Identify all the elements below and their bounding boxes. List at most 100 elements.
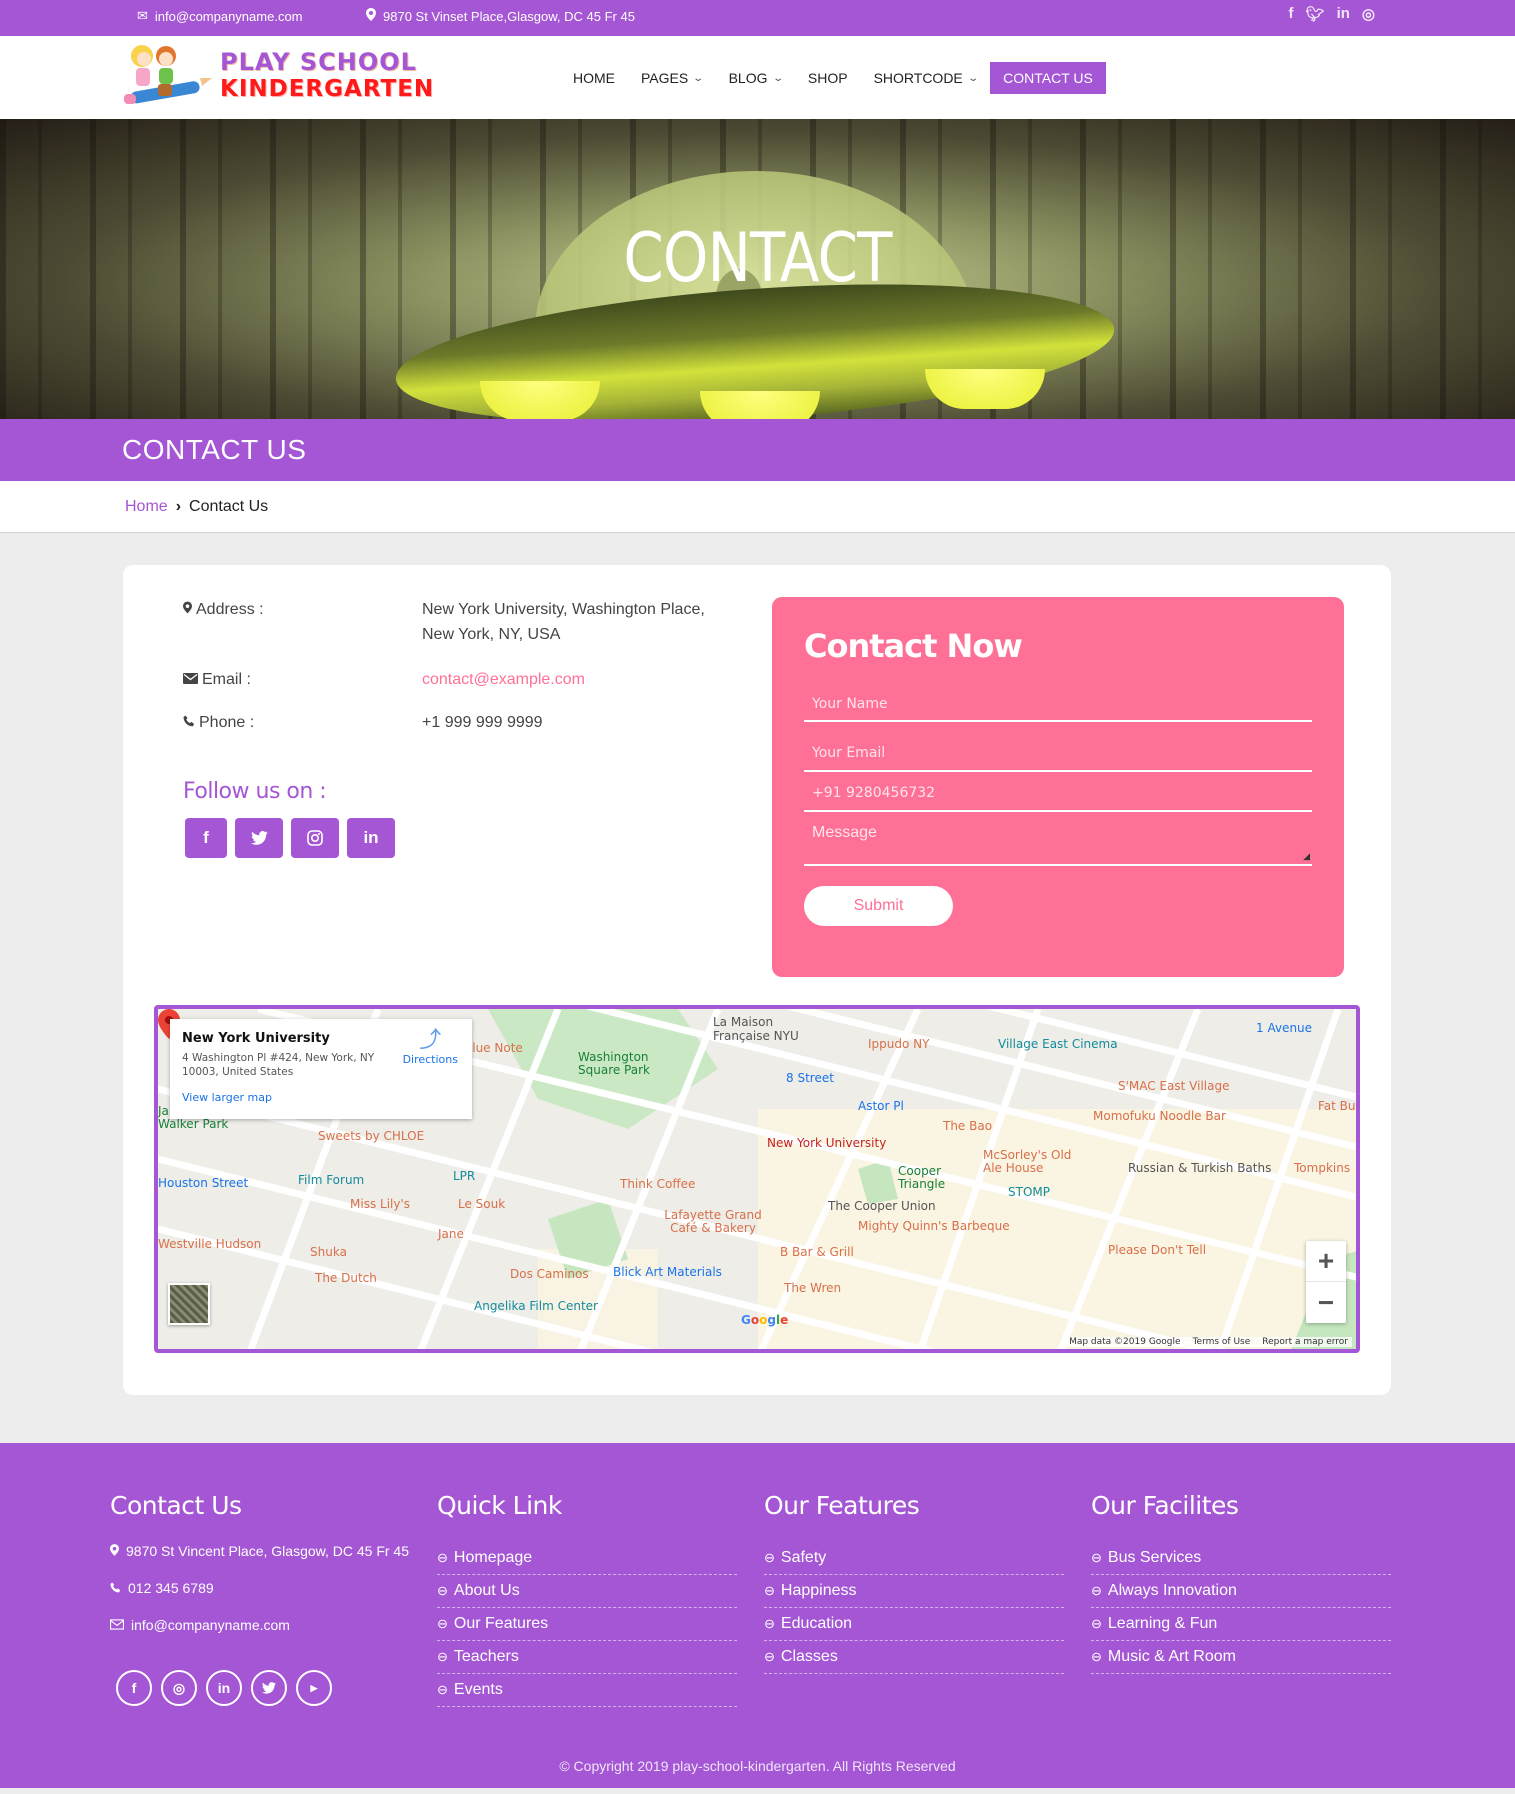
instagram-icon[interactable]	[291, 818, 339, 858]
map-label-village-east: Village East Cinema	[998, 1037, 1118, 1051]
email-link[interactable]: contact@example.com	[422, 667, 743, 692]
breadcrumb-home-link[interactable]: Home	[125, 498, 168, 515]
paperclip-icon: ⊘	[433, 1680, 452, 1699]
footer-link-teachers[interactable]: ⊘ Teachers	[434, 1641, 737, 1674]
map-label-shuka: Shuka	[310, 1245, 347, 1259]
footer-link-label: Bus Services	[1107, 1549, 1202, 1566]
footer-link-label: Education	[780, 1615, 853, 1632]
name-field-wrapper	[804, 687, 1312, 722]
footer-feature-safety[interactable]: ⊘ Safety	[761, 1542, 1064, 1575]
nav-shop[interactable]: SHOP	[795, 62, 861, 94]
nav-pages[interactable]: PAGES ⌄	[628, 62, 716, 94]
copyright: © Copyright 2019 play-school-kindergarte…	[559, 1758, 956, 1774]
topbar-address-text: 9870 St Vinset Place,Glasgow, DC 45 Fr 4…	[383, 8, 635, 24]
map-label-the-bao: The Bao	[943, 1119, 993, 1133]
footer-link-our-features[interactable]: ⊘ Our Features	[434, 1608, 737, 1641]
nav-blog[interactable]: BLOG ⌄	[716, 62, 795, 94]
name-input[interactable]	[812, 696, 1304, 712]
nav-contact-us[interactable]: CONTACT US	[990, 62, 1106, 94]
facebook-icon[interactable]: f	[185, 818, 227, 858]
phone-input[interactable]	[812, 785, 1304, 801]
footer-feature-happiness[interactable]: ⊘ Happiness	[761, 1575, 1064, 1608]
contact-info: Address : New York University, Washingto…	[183, 597, 743, 858]
google-map[interactable]: Blue Note Washington Square Park La Mais…	[154, 1005, 1360, 1353]
map-label-b-bar: B Bar & Grill	[780, 1245, 854, 1259]
map-marker-icon	[110, 1543, 119, 1559]
paperclip-icon: ⊘	[760, 1647, 779, 1666]
main-content: Address : New York University, Washingto…	[0, 533, 1515, 1443]
facebook-icon[interactable]: f	[1289, 5, 1294, 23]
map-label-jane: Jane	[438, 1227, 464, 1241]
map-label-please-dont-tell: Please Don't Tell	[1108, 1243, 1207, 1257]
footer-link-homepage[interactable]: ⊘ Homepage	[434, 1542, 737, 1575]
facebook-icon[interactable]: f	[116, 1670, 152, 1706]
linkedin-icon[interactable]: in	[347, 818, 395, 858]
map-label-the-dutch: The Dutch	[315, 1271, 377, 1285]
footer-link-events[interactable]: ⊘ Events	[434, 1674, 737, 1707]
footer-link-about-us[interactable]: ⊘ About Us	[434, 1575, 737, 1608]
map-data-text: Map data ©2019 Google	[1069, 1337, 1181, 1347]
submit-button[interactable]: Submit	[804, 886, 953, 926]
view-larger-map-link[interactable]: View larger map	[182, 1091, 460, 1104]
footer-email-text: info@companyname.com	[131, 1617, 290, 1633]
footer-features-title: Our Features	[764, 1491, 920, 1520]
site-logo[interactable]: PLAY SCHOOL KINDERGARTEN	[122, 42, 434, 110]
footer-link-label: Happiness	[780, 1582, 857, 1599]
address-label: Address :	[183, 597, 422, 622]
zoom-out-button[interactable]: −	[1306, 1282, 1346, 1323]
address-line2: New York, NY, USA	[422, 626, 561, 643]
hero-banner: CONTACT	[0, 119, 1515, 419]
nav-home[interactable]: HOME	[560, 62, 628, 94]
nav-shop-label: SHOP	[807, 70, 848, 86]
nav-shortcode-label: SHORTCODE	[873, 70, 963, 86]
map-marker-icon	[183, 597, 192, 622]
footer-facility-bus[interactable]: ⊘ Bus Services	[1088, 1542, 1391, 1575]
nav-shortcode[interactable]: SHORTCODE ⌄	[861, 62, 991, 94]
twitter-icon[interactable]	[235, 818, 283, 858]
map-marker-icon	[366, 8, 376, 24]
map-label-tompkins: Tompkins	[1294, 1161, 1351, 1175]
directions-button[interactable]: ⤴ Directions	[403, 1028, 458, 1067]
topbar-email-text: info@companyname.com	[154, 8, 303, 24]
terms-of-use-link[interactable]: Terms of Use	[1193, 1337, 1251, 1347]
zoom-in-button[interactable]: +	[1306, 1241, 1346, 1282]
footer-email[interactable]: info@companyname.com	[110, 1616, 410, 1634]
email-input[interactable]	[812, 745, 1304, 761]
phone-value: +1 999 999 9999	[422, 714, 543, 731]
linkedin-icon[interactable]: in	[206, 1670, 242, 1706]
contact-card: Address : New York University, Washingto…	[123, 565, 1391, 1395]
instagram-icon[interactable]: ◎	[161, 1670, 197, 1706]
paperclip-icon: ⊘	[433, 1548, 452, 1567]
topbar-email[interactable]: ✉ info@companyname.com	[137, 8, 303, 24]
footer-feature-classes[interactable]: ⊘ Classes	[761, 1641, 1064, 1674]
footer-facility-music[interactable]: ⊘ Music & Art Room	[1088, 1641, 1391, 1674]
map-label-smac: S'MAC East Village	[1118, 1079, 1230, 1093]
map-label-blue-note: Blue Note	[464, 1041, 523, 1055]
report-map-error-link[interactable]: Report a map error	[1262, 1337, 1348, 1347]
map-label-think-coffee: Think Coffee	[620, 1177, 696, 1191]
footer-feature-education[interactable]: ⊘ Education	[761, 1608, 1064, 1641]
linkedin-icon[interactable]: in	[1337, 5, 1350, 23]
paperclip-icon: ⊘	[1087, 1548, 1106, 1567]
breadcrumb-separator-icon: ›	[175, 498, 182, 515]
resize-handle-icon[interactable]: ◢	[1303, 851, 1310, 862]
directions-icon: ⤴	[419, 1028, 442, 1053]
site-header: PLAY SCHOOL KINDERGARTEN HOME PAGES ⌄ BLO…	[0, 36, 1515, 119]
youtube-icon[interactable]: ▶	[296, 1670, 332, 1706]
map-label-cooper-triangle: Cooper Triangle	[898, 1164, 946, 1191]
satellite-toggle[interactable]	[168, 1283, 210, 1325]
phone-icon	[110, 1580, 121, 1596]
paperclip-icon: ⊘	[1087, 1581, 1106, 1600]
footer-social-icons: f ◎ in ▶	[116, 1670, 410, 1706]
twitter-icon[interactable]	[251, 1670, 287, 1706]
footer-facility-innovation[interactable]: ⊘ Always Innovation	[1088, 1575, 1391, 1608]
map-label-the-wren: The Wren	[784, 1281, 842, 1295]
message-textarea[interactable]	[812, 824, 1304, 854]
footer-link-label: Homepage	[453, 1549, 533, 1566]
twitter-icon[interactable]: 🐦︎	[1306, 5, 1325, 23]
map-label-8-street: 8 Street	[786, 1071, 834, 1085]
chevron-down-icon: ⌄	[771, 72, 784, 84]
footer-facility-learning[interactable]: ⊘ Learning & Fun	[1088, 1608, 1391, 1641]
map-place-address: 4 Washington Pl #424, New York, NY 10003…	[182, 1052, 375, 1078]
instagram-icon[interactable]: ◎	[1362, 5, 1375, 23]
